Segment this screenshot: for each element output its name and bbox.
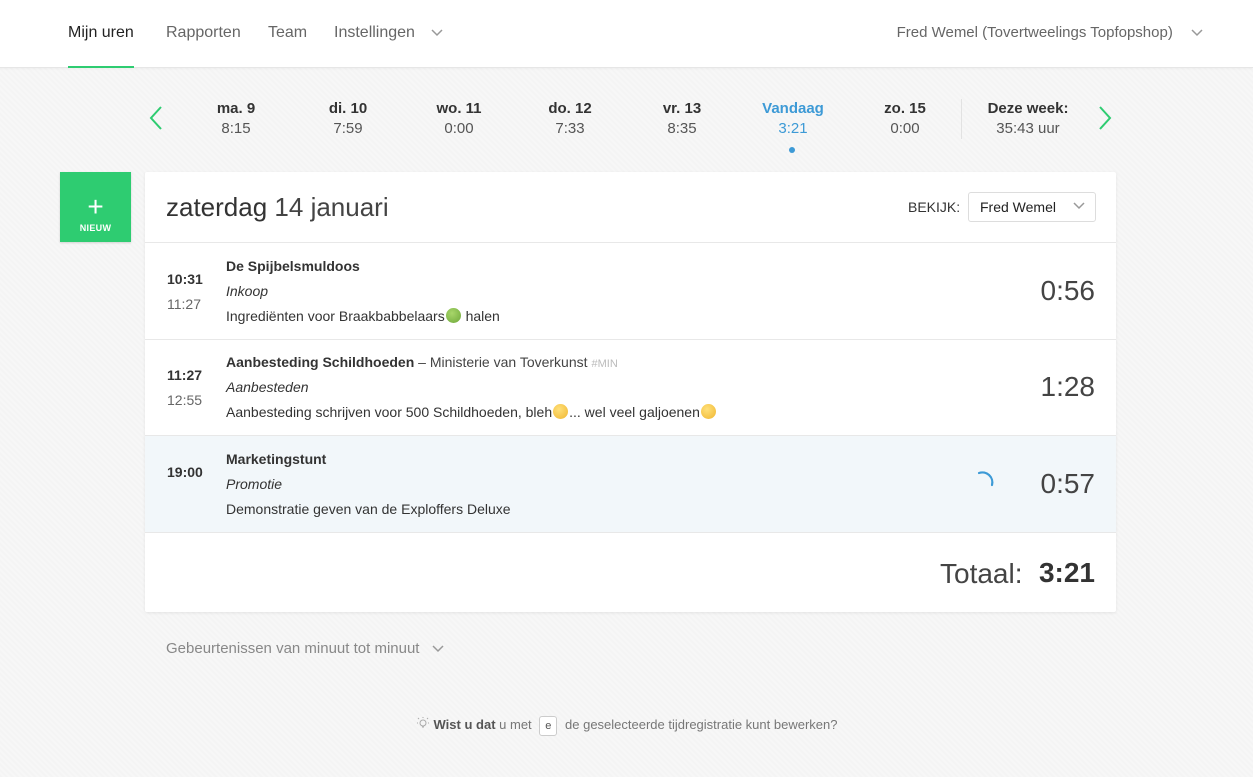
entry-description-text: Demonstratie geven van de Exploffers Del… [226,501,511,517]
nav-tab-team[interactable]: Team [268,0,307,68]
weekday-name: zaterdag [166,192,268,222]
entry-client-name: – Ministerie van Toverkunst [414,354,588,370]
plus-icon: + [87,191,104,222]
lightbulb-icon [416,717,429,728]
green-face-emoji-icon [445,308,461,323]
week-total: Deze week: 35:43 uur [973,99,1083,139]
new-entry-button[interactable]: + NIEUW [60,172,131,242]
week-day-name: do. 12 [548,100,592,117]
top-navigation: Mijn uren Rapporten Team Instellingen Fr… [0,0,1253,68]
entry-description: Ingrediënten voor Braakbabbelaars halen [226,308,500,324]
week-day-hours: 3:21 [778,120,808,137]
events-minute-toggle[interactable]: Gebeurtenissen van minuut tot minuut [166,640,444,657]
time-entry[interactable]: 11:27 12:55 Aanbesteding Schildhoeden – … [145,339,1116,436]
view-user-select[interactable]: Fred Wemel [968,192,1096,222]
week-total-label: Deze week: [987,100,1069,117]
entry-start-time: 19:00 [167,464,203,480]
total-value: 3:21 [1038,557,1095,588]
entry-duration: 0:56 [1040,275,1096,306]
entry-project-name: Aanbesteding Schildhoeden [226,354,415,370]
entry-task: Promotie [226,476,283,492]
nav-tab-instellingen[interactable]: Instellingen [334,0,443,68]
total-label: Totaal: [940,558,1023,589]
entry-task: Inkoop [226,283,269,299]
view-label: BEKIJK: [908,199,961,215]
day-timesheet-panel: zaterdag 14 januari BEKIJK: Fred Wemel 1… [145,172,1116,612]
panel-header: zaterdag 14 januari BEKIJK: Fred Wemel [145,172,1116,243]
entry-project: Aanbesteding Schildhoeden – Ministerie v… [226,354,618,370]
entry-description-text: Aanbesteding schrijven voor 500 Schildho… [226,404,553,420]
nav-tab-mijn-uren[interactable]: Mijn uren [68,0,134,68]
unamused-face-emoji-icon [553,404,569,419]
entry-description: Aanbesteding schrijven voor 500 Schildho… [226,404,717,420]
entry-duration: 1:28 [1040,371,1096,402]
week-day-name: wo. 11 [436,100,482,117]
entry-task: Aanbesteden [226,379,309,395]
entry-start-time: 11:27 [167,367,203,383]
view-user-selected: Fred Wemel [980,199,1056,215]
new-entry-label: NIEUW [79,223,112,233]
user-name: Fred Wemel (Tovertweelings Topfopshop) [896,24,1173,41]
entry-description-text-mid: ... wel veel galjoenen [569,404,700,420]
week-day-tue[interactable]: di. 10 7:59 [293,99,403,139]
entry-duration: 0:57 [1040,468,1096,499]
entry-project-name: De Spijbelsmuldoos [226,258,360,274]
week-day-name: Vandaag [762,100,824,117]
week-divider [961,99,962,139]
entry-description: Demonstratie geven van de Exploffers Del… [226,501,511,517]
money-mouth-face-emoji-icon [700,404,716,419]
week-day-hours: 8:15 [221,120,251,137]
chevron-down-icon [431,29,443,36]
next-week-arrow-icon[interactable] [1093,104,1117,132]
entry-client-tag: #MIN [591,358,618,370]
today-indicator-dot [789,147,795,153]
entry-start-time: 10:31 [167,271,203,287]
events-toggle-label: Gebeurtenissen van minuut tot minuut [166,640,420,657]
entry-project: De Spijbelsmuldoos [226,258,360,274]
tip-footer: Wist u dat u met e de geselecteerde tijd… [0,716,1253,736]
week-day-hours: 8:35 [667,120,697,137]
time-entry[interactable]: 10:31 11:27 De Spijbelsmuldoos Inkoop In… [145,243,1116,340]
chevron-down-icon [1073,202,1085,210]
week-day-hours: 0:00 [890,120,920,137]
entry-description-text: Ingrediënten voor Braakbabbelaars [226,308,445,324]
chevron-down-icon [1191,29,1203,37]
week-day-wed[interactable]: wo. 11 0:00 [404,99,514,139]
week-day-today[interactable]: Vandaag 3:21 [738,99,848,139]
entry-end-time: 12:55 [167,392,203,408]
keyboard-key-e: e [539,716,558,736]
week-day-name: vr. 13 [662,100,702,117]
tip-bold: Wist u dat [433,717,496,732]
tip-text-after: de geselecteerde tijdregistratie kunt be… [561,717,838,732]
date-text: 14 januari [274,192,389,222]
week-day-hours: 7:33 [555,120,585,137]
week-day-name: zo. 15 [884,100,926,117]
week-day-hours: 0:00 [444,120,474,137]
page-title: zaterdag 14 januari [166,192,389,223]
entry-project: Marketingstunt [226,451,326,467]
week-day-thu[interactable]: do. 12 7:33 [515,99,625,139]
entry-end-time: 11:27 [167,296,201,312]
user-menu[interactable]: Fred Wemel (Tovertweelings Topfopshop) [897,0,1203,68]
entry-description-text-end: halen [461,308,500,324]
week-day-mon[interactable]: ma. 9 8:15 [181,99,291,139]
week-day-hours: 7:59 [333,120,363,137]
week-day-name: di. 10 [328,100,368,117]
entry-project-name: Marketingstunt [226,451,327,467]
chevron-down-icon [432,645,444,653]
week-day-fri[interactable]: vr. 13 8:35 [627,99,737,139]
week-day-sun[interactable]: zo. 15 0:00 [850,99,960,139]
time-entry-running[interactable]: 19:00 Marketingstunt Promotie Demonstrat… [145,436,1116,533]
nav-tab-rapporten[interactable]: Rapporten [166,0,241,68]
running-timer-spinner-icon[interactable] [975,470,997,492]
nav-tab-instellingen-label: Instellingen [334,24,415,41]
week-day-name: ma. 9 [216,100,256,117]
previous-week-arrow-icon[interactable] [145,104,169,132]
week-total-hours: 35:43 uur [996,120,1060,137]
tip-text-before: u met [495,717,536,732]
